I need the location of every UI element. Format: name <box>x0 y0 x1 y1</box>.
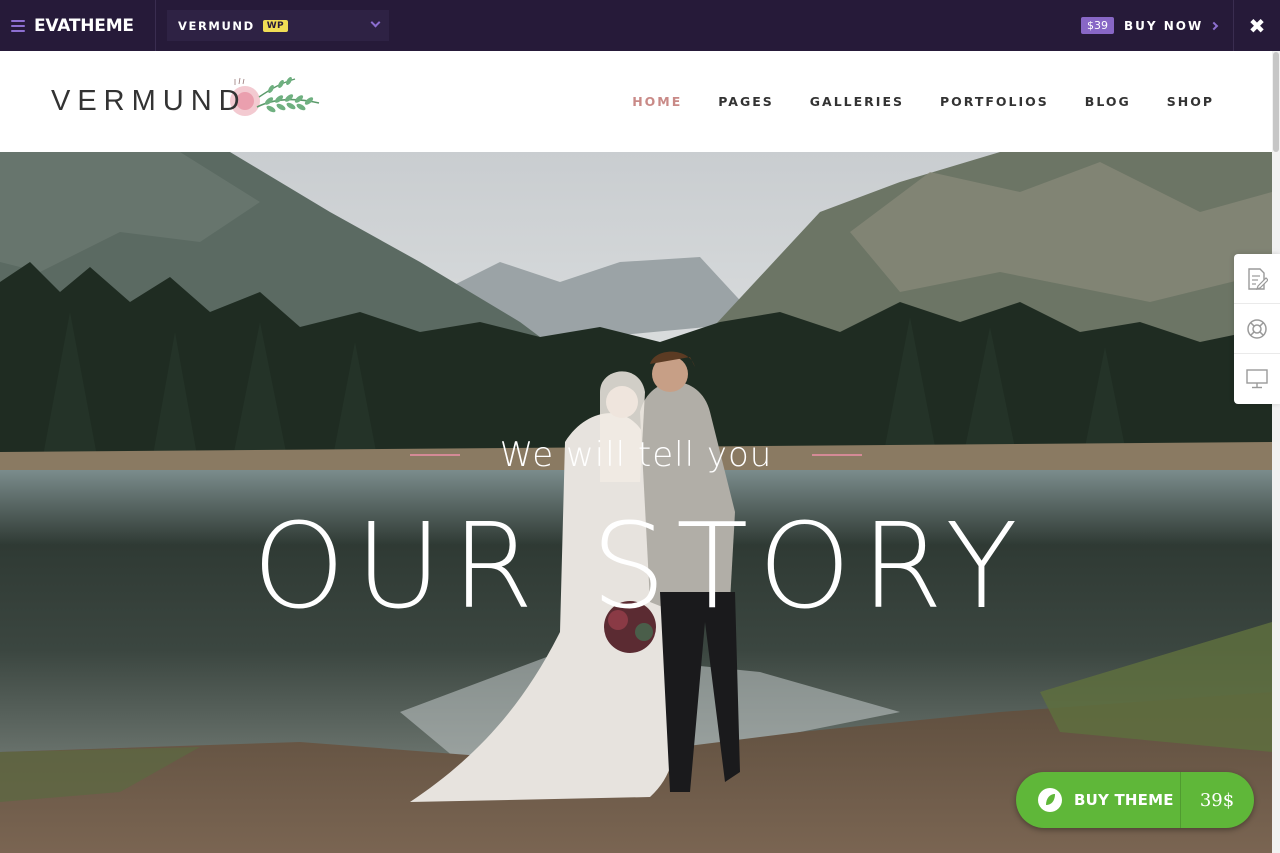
theme-selector[interactable]: VERMUND WP <box>167 10 389 41</box>
site-logo[interactable]: VERMUND <box>51 75 320 127</box>
nav-item-galleries[interactable]: GALLERIES <box>810 94 904 109</box>
menu-icon[interactable] <box>11 19 25 32</box>
scrollbar-track[interactable] <box>1272 51 1280 853</box>
subtitle-left-divider <box>409 454 460 456</box>
monitor-icon <box>1246 369 1268 389</box>
nav-item-portfolios[interactable]: PORTFOLIOS <box>940 94 1049 109</box>
chevron-right-icon <box>1210 21 1219 30</box>
buy-now-link[interactable]: $39 BUY NOW <box>1081 0 1219 51</box>
nav-item-shop[interactable]: SHOP <box>1167 94 1214 109</box>
side-tool-document[interactable] <box>1234 254 1280 304</box>
buy-now-label: BUY NOW <box>1124 18 1204 33</box>
logo-text: VERMUND <box>51 84 247 117</box>
hero-title: OUR STORY <box>252 497 1028 635</box>
nav-item-pages[interactable]: PAGES <box>718 94 774 109</box>
hero-subtitle: We will tell you <box>0 435 1272 475</box>
nav-item-home[interactable]: HOME <box>632 94 682 109</box>
buy-theme-price: 39$ <box>1199 789 1235 811</box>
close-button[interactable]: ✖ <box>1233 0 1280 51</box>
side-toolbar <box>1234 254 1280 404</box>
theme-name: VERMUND <box>178 18 255 33</box>
scrollbar-thumb[interactable] <box>1273 52 1279 152</box>
side-tool-support[interactable] <box>1234 304 1280 354</box>
evatheme-brand[interactable]: EVATHEME <box>0 0 156 51</box>
buy-theme-button[interactable]: BUY THEME 39$ <box>1016 772 1254 828</box>
demo-bar: EVATHEME VERMUND WP $39 BUY NOW ✖ <box>0 0 1280 51</box>
price-tag: $39 <box>1081 17 1114 34</box>
hero-section: We will tell you OUR STORY <box>0 152 1272 853</box>
chevron-down-icon <box>370 17 381 28</box>
subtitle-right-divider <box>812 454 863 456</box>
leaf-icon <box>1038 788 1062 812</box>
site-header: VERMUND HOME PAGES GALLERIES PORTFOLIOS … <box>0 51 1272 152</box>
document-edit-icon <box>1248 267 1268 290</box>
lifebuoy-icon <box>1247 318 1267 339</box>
main-nav: HOME PAGES GALLERIES PORTFOLIOS BLOG SHO… <box>596 51 1214 152</box>
wp-badge: WP <box>262 19 288 32</box>
side-tool-preview[interactable] <box>1234 354 1280 404</box>
nav-item-blog[interactable]: BLOG <box>1085 94 1131 109</box>
close-icon: ✖ <box>1248 13 1266 38</box>
hero-subtitle-text: We will tell you <box>499 435 773 475</box>
buy-theme-label: BUY THEME <box>1074 791 1174 809</box>
brand-name: EVATHEME <box>34 15 134 36</box>
